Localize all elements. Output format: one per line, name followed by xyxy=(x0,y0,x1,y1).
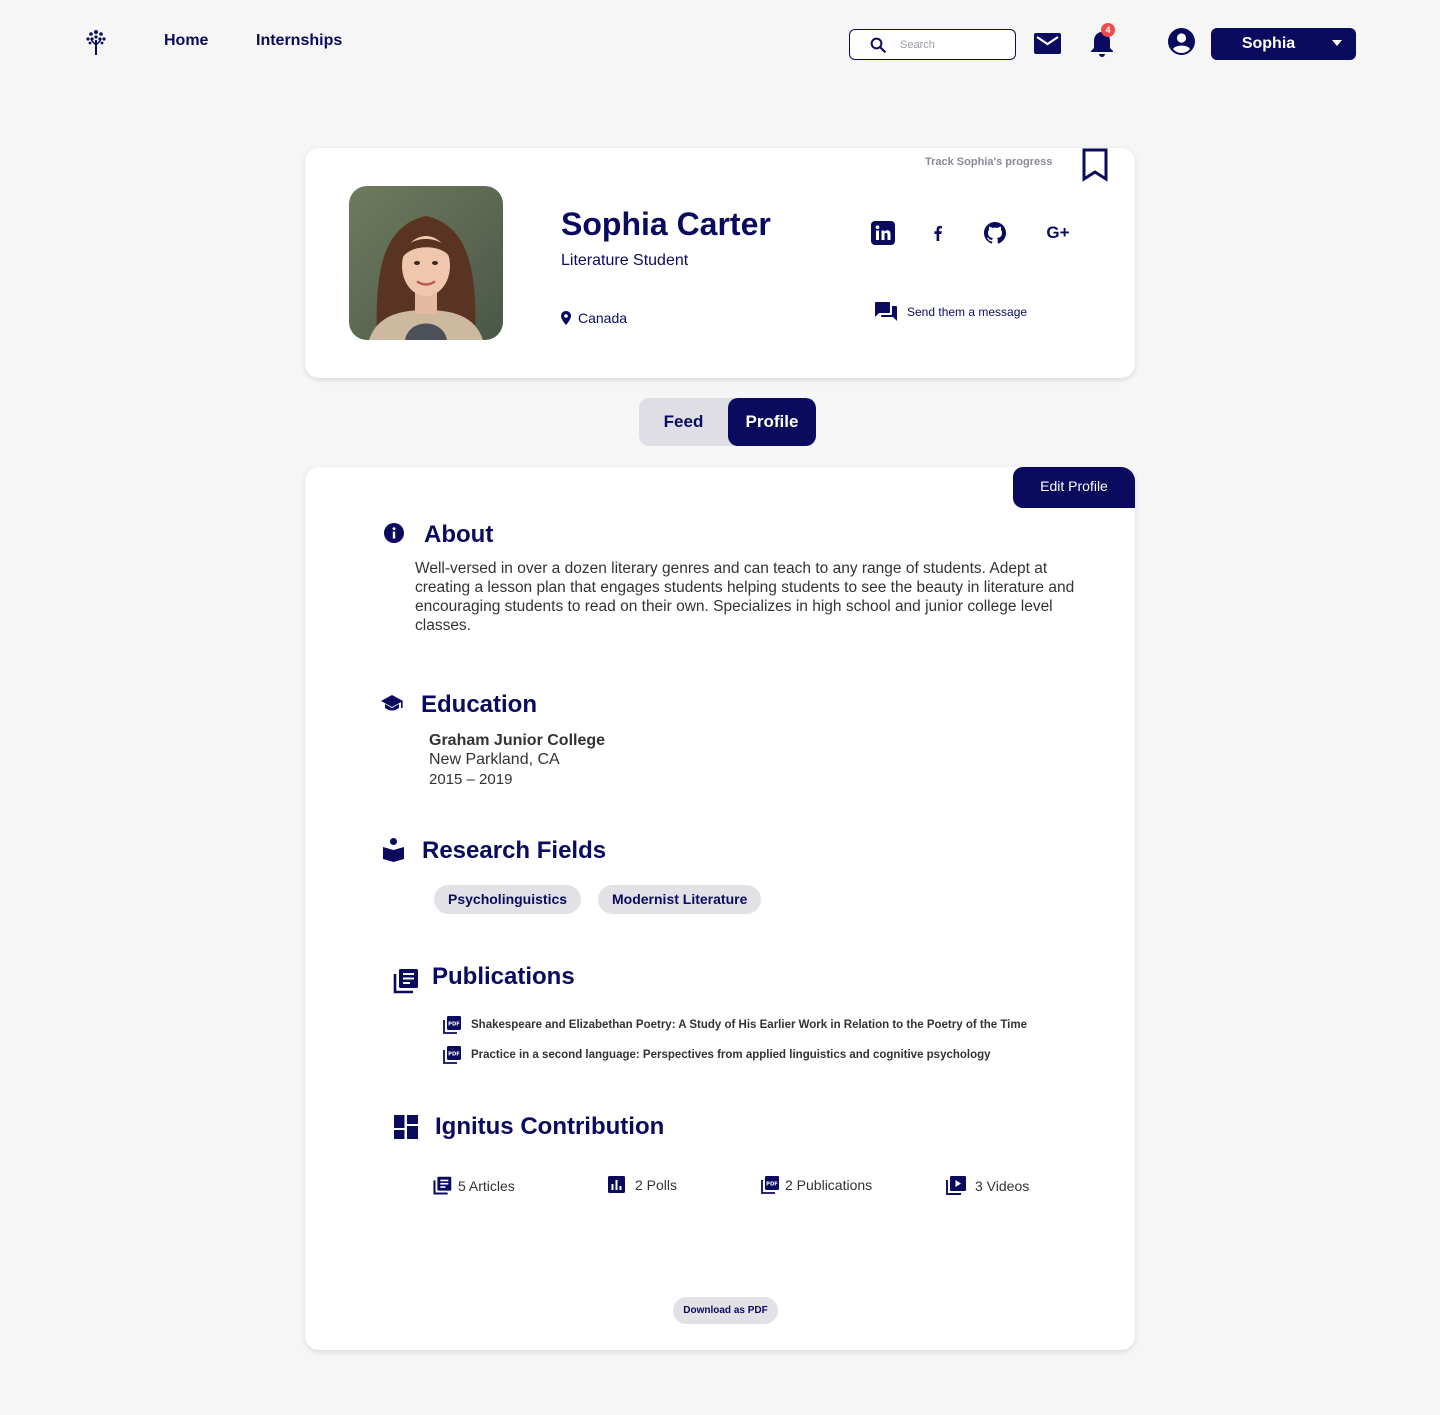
search-icon xyxy=(870,37,886,53)
profile-details-card: Edit Profile About Well-versed in over a… xyxy=(305,467,1135,1350)
google-plus-icon[interactable]: G+ xyxy=(1043,219,1073,247)
bookmark-icon[interactable] xyxy=(1081,148,1109,182)
send-message-link[interactable]: Send them a message xyxy=(875,302,1027,322)
contribution-title: Ignitus Contribution xyxy=(435,1113,665,1140)
profile-header-card: Sophia Carter Literature Student Canada … xyxy=(305,148,1135,378)
chat-icon xyxy=(875,302,897,321)
pdf-icon: PDF xyxy=(443,1046,461,1064)
user-menu-button[interactable]: Sophia xyxy=(1211,28,1356,60)
nav-link-internships[interactable]: Internships xyxy=(256,32,342,50)
reading-icon xyxy=(383,838,404,862)
profile-name: Sophia Carter xyxy=(561,206,771,242)
location-text: Canada xyxy=(578,310,628,326)
view-tabs: Feed Profile xyxy=(639,398,816,446)
search-input[interactable] xyxy=(900,36,1008,53)
education-place: New Parkland, CA xyxy=(429,751,560,768)
user-name: Sophia xyxy=(1241,35,1296,52)
github-icon[interactable] xyxy=(981,219,1009,247)
search-bar[interactable] xyxy=(849,29,1016,60)
bar-chart-icon xyxy=(608,1176,625,1193)
publication-title: Shakespeare and Elizabethan Poetry: A St… xyxy=(471,1019,1027,1031)
stat-polls-label: 2 Polls xyxy=(635,1176,678,1193)
tree-logo-icon[interactable] xyxy=(84,28,108,56)
svg-text:PDF: PDF xyxy=(448,1022,460,1028)
info-icon xyxy=(384,523,404,543)
research-chip-modernist-literature[interactable]: Modernist Literature xyxy=(598,885,762,914)
about-title: About xyxy=(424,521,494,548)
notifications-button[interactable]: 4 xyxy=(1088,23,1116,58)
location-pin-icon xyxy=(561,311,571,325)
research-chip-psycholinguistics[interactable]: Psycholinguistics xyxy=(434,885,582,914)
library-books-icon xyxy=(393,969,418,994)
graduation-cap-icon xyxy=(381,695,403,711)
education-title: Education xyxy=(421,691,538,718)
publication-item[interactable]: PDF Practice in a second language: Persp… xyxy=(443,1046,991,1064)
send-message-label: Send them a message xyxy=(907,305,1028,319)
nav-link-home[interactable]: Home xyxy=(164,32,208,50)
pdf-icon: PDF xyxy=(761,1176,779,1194)
profile-photo xyxy=(349,186,503,340)
stat-publications[interactable]: PDF 2 Publications xyxy=(761,1176,872,1194)
svg-text:PDF: PDF xyxy=(766,1182,778,1188)
caret-down-icon xyxy=(1332,40,1342,46)
research-title: Research Fields xyxy=(422,837,607,864)
stat-polls[interactable]: 2 Polls xyxy=(608,1176,677,1193)
library-books-icon xyxy=(433,1176,452,1195)
dashboard-icon xyxy=(394,1115,418,1139)
publication-title: Practice in a second language: Perspecti… xyxy=(471,1049,991,1061)
download-pdf-button[interactable]: Download as PDF xyxy=(673,1297,778,1324)
edit-profile-button[interactable]: Edit Profile xyxy=(1013,467,1135,508)
stat-videos[interactable]: 3 Videos xyxy=(946,1176,1029,1195)
account-circle-icon[interactable] xyxy=(1168,28,1195,55)
notification-badge: 4 xyxy=(1101,23,1115,37)
svg-text:PDF: PDF xyxy=(448,1052,460,1058)
tab-feed[interactable]: Feed xyxy=(639,398,728,446)
publications-title: Publications xyxy=(432,963,575,990)
education-school: Graham Junior College xyxy=(429,732,606,749)
pdf-icon: PDF xyxy=(443,1016,461,1034)
video-library-icon xyxy=(946,1176,966,1195)
linkedin-icon[interactable] xyxy=(869,219,897,247)
profile-location: Canada xyxy=(561,310,627,326)
education-years: 2015 – 2019 xyxy=(429,771,513,788)
stat-videos-label: 3 Videos xyxy=(975,1177,1030,1194)
facebook-icon[interactable] xyxy=(924,219,952,247)
stat-publications-label: 2 Publications xyxy=(785,1177,873,1193)
publication-item[interactable]: PDF Shakespeare and Elizabethan Poetry: … xyxy=(443,1016,1027,1034)
stat-articles-label: 5 Articles xyxy=(458,1177,515,1194)
mail-icon[interactable] xyxy=(1034,33,1061,54)
track-progress-label: Track Sophia's progress xyxy=(925,156,1053,168)
stat-articles[interactable]: 5 Articles xyxy=(433,1176,515,1195)
profile-role: Literature Student xyxy=(561,252,689,269)
tab-profile[interactable]: Profile xyxy=(728,398,816,446)
about-text: Well-versed in over a dozen literary gen… xyxy=(415,560,1075,634)
